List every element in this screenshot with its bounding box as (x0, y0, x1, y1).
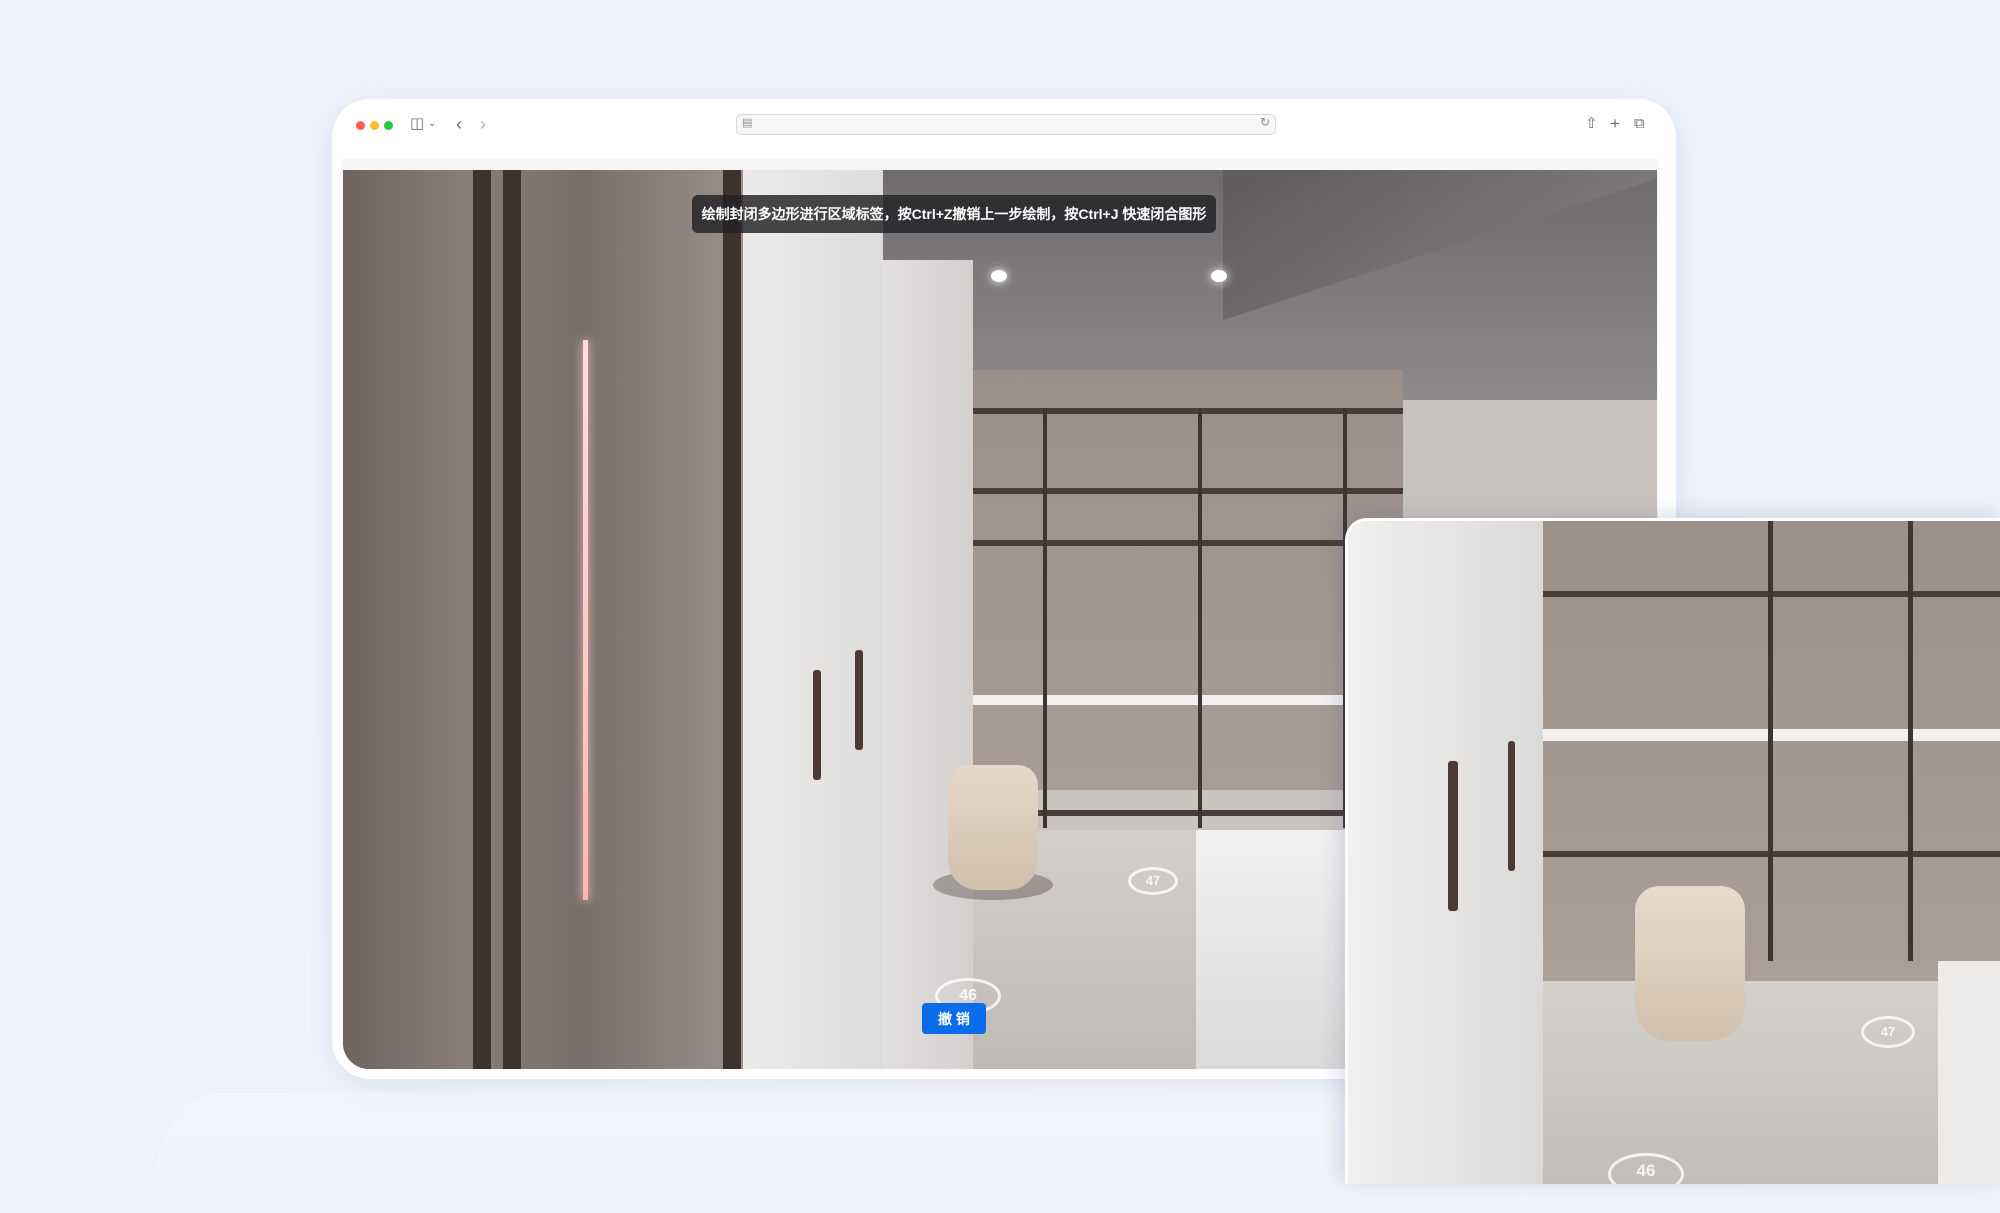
undo-button[interactable]: 撤 销 (922, 1003, 986, 1034)
glass-door-frame (723, 170, 741, 1069)
drawing-hint-tooltip: 绘制封闭多边形进行区域标签，按Ctrl+Z撤销上一步绘制，按Ctrl+J 快速闭… (692, 195, 1216, 233)
zoom-window-button[interactable] (384, 121, 393, 130)
shelf (903, 408, 1403, 414)
shelf (903, 540, 1403, 546)
shelf-post (1198, 408, 1202, 828)
glass-door (343, 170, 743, 1069)
browser-titlebar: ◫ ⌄ ‹ › ▤ ↻ ⇧ + ⧉ (332, 99, 1676, 149)
wardrobe-handle (1508, 741, 1515, 871)
shelf-post (1768, 521, 1773, 961)
hotspot-marker[interactable]: 47 (1128, 867, 1178, 895)
forward-icon[interactable]: › (480, 113, 486, 135)
floor (1543, 981, 2000, 1184)
hotspot-marker[interactable]: 47 (1861, 1016, 1915, 1048)
glass-door-frame (473, 170, 491, 1069)
closet-back-wall (903, 370, 1403, 790)
wardrobe-handle (1448, 761, 1458, 911)
new-tab-icon[interactable]: + (1610, 113, 1620, 135)
led-light-strip (583, 340, 588, 900)
stool (948, 765, 1038, 890)
wardrobe-side (883, 260, 973, 1069)
glass-door-frame (503, 170, 521, 1069)
page-settings-icon[interactable]: ▤ (742, 116, 752, 129)
shelf-post (1043, 408, 1047, 828)
address-bar[interactable]: ▤ ↻ (736, 114, 1276, 135)
wardrobe-handle (813, 670, 821, 780)
stool (1635, 886, 1745, 1041)
shelf (903, 488, 1403, 494)
zoomed-detail-panel: 47 46 (1345, 518, 2000, 1184)
share-icon[interactable]: ⇧ (1585, 113, 1598, 135)
sidebar-icon[interactable]: ◫ (410, 113, 424, 135)
wardrobe-handle (855, 650, 863, 750)
shelf-post (1908, 521, 1913, 961)
minimize-window-button[interactable] (370, 121, 379, 130)
back-icon[interactable]: ‹ (456, 113, 462, 135)
close-window-button[interactable] (356, 121, 365, 130)
reload-icon[interactable]: ↻ (1260, 115, 1270, 129)
vanity-counter (903, 695, 1403, 705)
island-counter (1938, 961, 2000, 1184)
ceiling-light (991, 270, 1007, 282)
chevron-down-icon[interactable]: ⌄ (428, 113, 436, 135)
wardrobe (743, 170, 883, 1069)
tabs-overview-icon[interactable]: ⧉ (1634, 113, 1645, 135)
ceiling-light (1211, 270, 1227, 282)
